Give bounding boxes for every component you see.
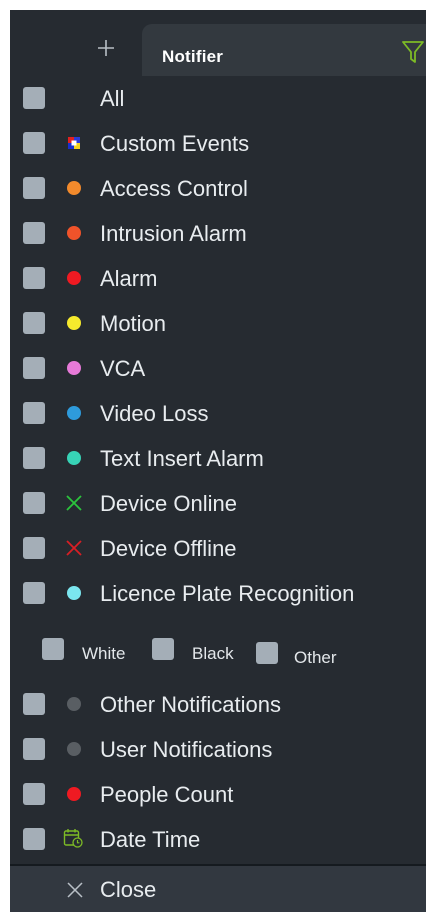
filter-row-device-offline[interactable]: Device Offline — [10, 528, 426, 568]
checkbox[interactable] — [23, 447, 45, 469]
row-label: User Notifications — [100, 737, 273, 762]
filter-row-access-control[interactable]: Access Control — [10, 168, 426, 208]
row-label: Licence Plate Recognition — [100, 581, 355, 606]
filter-row-people-count[interactable]: People Count — [10, 774, 426, 814]
row-label: Alarm — [100, 266, 158, 291]
close-icon — [67, 882, 83, 898]
filter-row-other-notifications[interactable]: Other Notifications — [10, 684, 426, 724]
filter-row-all[interactable]: All — [10, 78, 426, 118]
row-label: Device Online — [100, 491, 237, 516]
filter-row-user-notifications[interactable]: User Notifications — [10, 729, 426, 769]
status-dot-icon — [67, 181, 81, 195]
checkbox[interactable] — [23, 312, 45, 334]
status-dot-icon — [67, 787, 81, 801]
checkbox[interactable] — [152, 638, 174, 660]
row-label: Video Loss — [100, 401, 209, 426]
status-dot-icon — [67, 451, 81, 465]
row-label: Intrusion Alarm — [100, 221, 247, 246]
close-button[interactable]: Close — [10, 864, 426, 912]
row-label: All — [100, 86, 125, 111]
x-icon — [66, 540, 82, 556]
row-label: Device Offline — [100, 536, 237, 561]
checkbox[interactable] — [23, 132, 45, 154]
plate-color-label: White — [82, 644, 126, 663]
notifier-panel: Notifier All Custom Events Access Contro… — [10, 10, 426, 912]
tab-notifier-label: Notifier — [162, 47, 224, 66]
status-dot-icon — [67, 586, 81, 600]
status-dot-icon — [67, 271, 81, 285]
checkbox[interactable] — [23, 492, 45, 514]
row-label: VCA — [100, 356, 146, 381]
checkbox[interactable] — [23, 738, 45, 760]
checkbox[interactable] — [23, 828, 45, 850]
status-dot-icon — [67, 226, 81, 240]
row-label: Custom Events — [100, 131, 250, 156]
row-label: Other Notifications — [100, 692, 281, 717]
status-dot-icon — [67, 361, 81, 375]
status-dot-icon — [67, 742, 81, 756]
filter-row-alarm[interactable]: Alarm — [10, 258, 426, 298]
row-label: People Count — [100, 782, 234, 807]
plate-color-label: Other — [294, 648, 337, 667]
checkbox[interactable] — [23, 177, 45, 199]
left-edge — [0, 0, 10, 912]
close-label: Close — [100, 877, 157, 902]
row-label: Access Control — [100, 176, 248, 201]
checkbox[interactable] — [23, 783, 45, 805]
filter-row-device-online[interactable]: Device Online — [10, 483, 426, 523]
status-dot-icon — [67, 406, 81, 420]
checkbox[interactable] — [256, 642, 278, 664]
filter-row-intrusion-alarm[interactable]: Intrusion Alarm — [10, 213, 426, 253]
tab-bar: Notifier — [10, 10, 426, 76]
filter-row-motion[interactable]: Motion — [10, 303, 426, 343]
custom-events-icon — [68, 137, 80, 149]
checkbox[interactable] — [23, 693, 45, 715]
checkbox[interactable] — [42, 638, 64, 660]
x-icon — [66, 495, 82, 511]
filter-icon[interactable] — [402, 40, 424, 64]
plus-icon[interactable] — [96, 38, 116, 58]
status-dot-icon — [67, 316, 81, 330]
plate-color-label: Black — [192, 644, 234, 663]
filter-row-vca[interactable]: VCA — [10, 348, 426, 388]
row-label: Motion — [100, 311, 167, 336]
filter-row-date-time[interactable]: Date Time — [10, 819, 426, 859]
checkbox[interactable] — [23, 222, 45, 244]
status-dot-icon — [67, 697, 81, 711]
filter-row-video-loss[interactable]: Video Loss — [10, 393, 426, 433]
checkbox[interactable] — [23, 267, 45, 289]
filter-row-text-insert-alarm[interactable]: Text Insert Alarm — [10, 438, 426, 478]
checkbox[interactable] — [23, 582, 45, 604]
filter-row-licence-plate-recognition[interactable]: Licence Plate Recognition — [10, 573, 426, 613]
checkbox[interactable] — [23, 537, 45, 559]
row-label: Text Insert Alarm — [100, 446, 264, 471]
checkbox[interactable] — [23, 402, 45, 424]
calendar-clock-icon — [63, 829, 83, 848]
checkbox[interactable] — [23, 87, 45, 109]
filter-row-custom-events[interactable]: Custom Events — [10, 123, 426, 163]
row-label: Date Time — [100, 827, 201, 852]
checkbox[interactable] — [23, 357, 45, 379]
